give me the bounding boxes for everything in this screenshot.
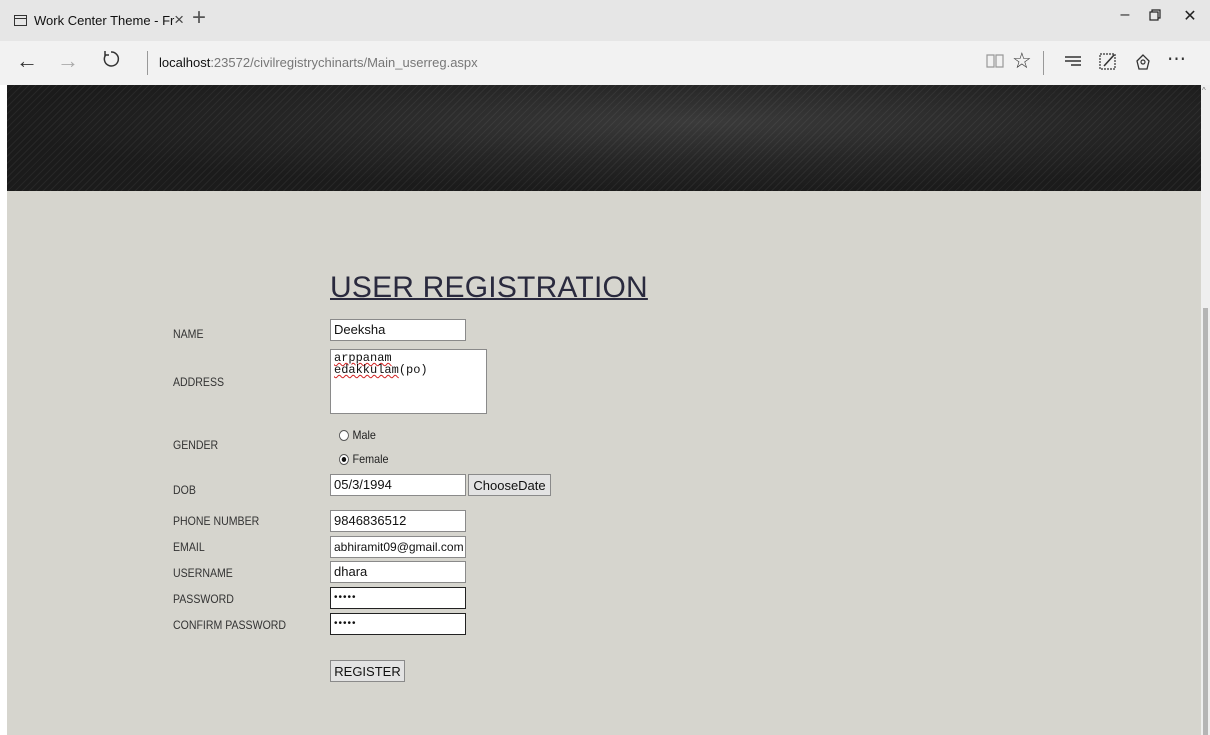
hub-icon[interactable] xyxy=(1063,52,1083,74)
gender-female-option[interactable]: Female xyxy=(339,452,389,466)
email-label: EMAIL xyxy=(173,540,205,554)
forward-icon[interactable]: → xyxy=(57,50,79,72)
browser-tab[interactable]: Work Center Theme - Fr × xyxy=(0,0,188,41)
register-button[interactable]: REGISTER xyxy=(330,660,405,682)
phone-label: PHONE NUMBER xyxy=(173,514,260,528)
dob-label: DOB xyxy=(173,483,196,497)
url-host: localhost xyxy=(159,55,211,70)
username-label: USERNAME xyxy=(173,566,233,580)
scrollbar-thumb[interactable] xyxy=(1203,308,1208,735)
minimize-icon[interactable]: – xyxy=(1113,7,1137,23)
reading-view-icon[interactable] xyxy=(985,52,1005,74)
choose-date-button[interactable]: ChooseDate xyxy=(468,474,551,496)
url-path: :23572/civilregistrychinarts/Main_userre… xyxy=(210,55,478,70)
scroll-up-icon[interactable]: ^ xyxy=(1202,86,1206,95)
restore-icon[interactable] xyxy=(1143,9,1167,25)
password-input[interactable]: ••••• xyxy=(330,587,466,609)
username-input[interactable]: dhara xyxy=(330,561,466,583)
page-title: USER REGISTRATION xyxy=(330,271,648,304)
address-label: ADDRESS xyxy=(173,375,225,389)
back-icon[interactable]: ← xyxy=(16,50,38,72)
page-content: USER REGISTRATION NAME Deeksha ADDRESS a… xyxy=(7,85,1201,735)
phone-input[interactable]: 9846836512 xyxy=(330,510,466,532)
male-label: Male xyxy=(352,428,376,442)
web-note-icon[interactable] xyxy=(1098,52,1118,76)
password-label: PASSWORD xyxy=(173,592,234,606)
refresh-icon[interactable] xyxy=(102,50,120,72)
share-icon[interactable] xyxy=(1133,52,1153,76)
confirm-password-input[interactable]: ••••• xyxy=(330,613,466,635)
male-radio[interactable] xyxy=(339,429,349,441)
confirm-password-label: CONFIRM PASSWORD xyxy=(173,618,287,632)
page-icon xyxy=(14,15,27,26)
name-label: NAME xyxy=(173,327,204,341)
tab-close-icon[interactable]: × xyxy=(174,11,184,28)
gender-male-option[interactable]: Male xyxy=(339,428,376,442)
address-textarea[interactable]: arppanam edakkulam(po) xyxy=(330,349,487,414)
email-input[interactable]: abhiramit09@gmail.com xyxy=(330,536,466,558)
dob-input[interactable]: 05/3/1994 xyxy=(330,474,466,496)
female-radio[interactable] xyxy=(339,453,349,465)
header-banner xyxy=(7,85,1201,191)
toolbar-separator xyxy=(1043,51,1044,75)
url-field[interactable]: localhost:23572/civilregistrychinarts/Ma… xyxy=(159,55,478,70)
address-line2-word: edakkulam xyxy=(334,363,399,377)
tab-title: Work Center Theme - Fr xyxy=(34,13,175,28)
name-input[interactable]: Deeksha xyxy=(330,319,466,341)
gender-label: GENDER xyxy=(173,438,219,452)
nav-separator xyxy=(147,51,148,75)
address-bar: ← → localhost:23572/civilregistrychinart… xyxy=(0,41,1210,85)
female-label: Female xyxy=(352,452,389,466)
new-tab-icon[interactable]: + xyxy=(192,6,206,30)
tab-bar: Work Center Theme - Fr × + – ✕ xyxy=(0,0,1210,41)
close-window-icon[interactable]: ✕ xyxy=(1178,9,1202,25)
favorite-star-icon[interactable]: ☆ xyxy=(1012,50,1032,72)
address-line2-suffix: (po) xyxy=(398,363,428,377)
more-icon[interactable]: ⋯ xyxy=(1167,50,1186,69)
